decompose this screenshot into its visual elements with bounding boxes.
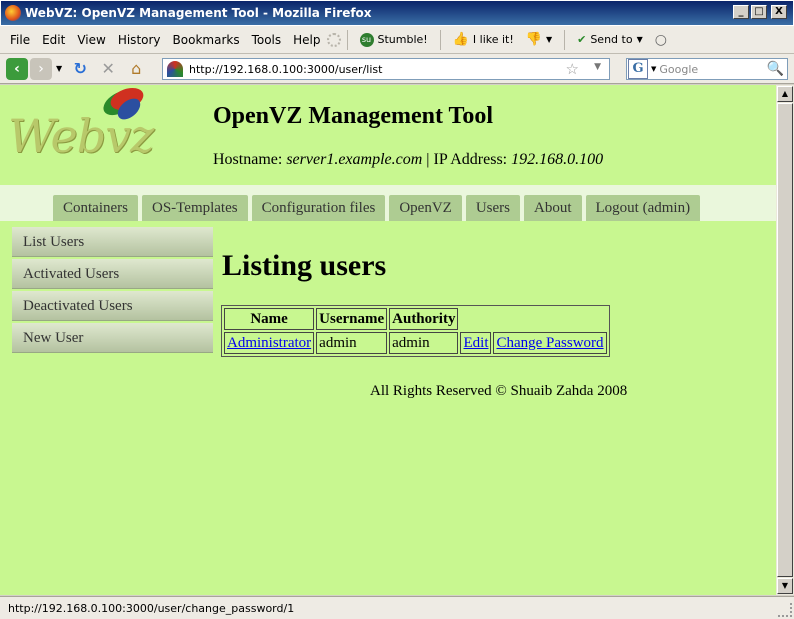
scroll-thumb[interactable] [777,103,793,577]
tab-os-templates[interactable]: OS-Templates [142,195,248,221]
reload-button[interactable]: ↻ [69,58,91,80]
stumbleupon-icon: su [359,32,374,47]
tab-logout[interactable]: Logout (admin) [585,195,701,221]
send-icon: ✔ [577,33,587,46]
toolbar-separator [564,29,566,50]
change-password-link[interactable]: Change Password [496,335,603,351]
menu-edit[interactable]: Edit [36,33,71,47]
site-favicon-icon [167,61,183,77]
chevron-down-icon[interactable]: ▼ [651,65,656,73]
stumble-label: Stumble! [377,33,428,46]
page-viewport: Webvz OpenVZ Management Tool Hostname: s… [0,85,776,595]
cell-edit: Edit [460,332,492,354]
scroll-up-icon[interactable]: ▲ [777,86,793,102]
cell-name: Administrator [224,332,315,354]
tab-configuration-files[interactable]: Configuration files [251,195,386,221]
forward-button[interactable]: › [30,57,52,80]
history-dropdown-icon[interactable]: ▼ [56,64,62,73]
host-info: Hostname: server1.example.com | IP Addre… [213,151,603,169]
menu-help[interactable]: Help [287,33,326,47]
table-row: Administrator admin admin Edit Change Pa… [224,332,607,354]
cell-username: admin [316,332,388,354]
main-tabs: Containers OS-Templates Configuration fi… [53,195,701,221]
user-name-link[interactable]: Administrator [227,335,311,351]
header-authority: Authority [389,308,459,330]
edit-link[interactable]: Edit [463,335,488,351]
tab-about[interactable]: About [524,195,582,221]
menu-bookmarks[interactable]: Bookmarks [167,33,246,47]
comment-button[interactable]: ○ [649,32,673,48]
cell-change-password: Change Password [493,332,607,354]
webvz-logo: Webvz [6,85,154,175]
side-item-new-user[interactable]: New User [12,323,213,353]
side-item-list-users[interactable]: List Users [12,227,213,257]
minimize-button[interactable]: _ [733,5,749,19]
home-button[interactable]: ⌂ [125,58,147,80]
firefox-icon [5,5,21,21]
status-bar: http://192.168.0.100:3000/user/change_pa… [0,596,794,619]
header-empty [493,308,606,330]
header-username: Username [316,308,388,330]
header-name: Name [224,308,315,330]
hostname-label: Hostname: [213,151,283,168]
url-bar[interactable]: http://192.168.0.100:3000/user/list ☆ ▼ [162,58,610,80]
close-button[interactable]: X [771,5,787,19]
cell-authority: admin [389,332,459,354]
tab-users[interactable]: Users [465,195,521,221]
menu-tools[interactable]: Tools [246,33,288,47]
chevron-down-icon: ▼ [636,35,643,44]
ilike-label: I like it! [472,33,514,46]
bookmark-star-icon[interactable]: ☆ [566,60,579,78]
vertical-scrollbar[interactable]: ▲ ▼ [776,85,794,595]
ilike-button[interactable]: 👍 I like it! [447,32,520,47]
site-title: OpenVZ Management Tool [213,103,494,129]
menu-bar: File Edit View History Bookmarks Tools H… [0,26,794,54]
side-menu: List Users Activated Users Deactivated U… [12,227,213,355]
header-empty [460,308,491,330]
menu-file[interactable]: File [4,33,36,47]
tab-openvz[interactable]: OpenVZ [389,195,462,221]
toolbar-separator [346,29,348,50]
chevron-down-icon: ▼ [545,35,553,44]
search-icon[interactable]: 🔍 [767,61,784,77]
hostname-value: server1.example.com [286,151,423,168]
menu-history[interactable]: History [112,33,167,47]
google-engine-icon[interactable]: G [628,59,648,79]
send-to-button[interactable]: ✔ Send to ▼ [571,33,649,46]
ip-label: IP Address: [433,151,508,168]
scroll-down-icon[interactable]: ▼ [777,578,793,594]
maximize-button[interactable]: □ [751,5,767,19]
thumbs-down-button[interactable]: 👎 ▼ [520,32,558,47]
thumbs-down-icon: 👎 [525,32,542,47]
side-item-deactivated-users[interactable]: Deactivated Users [12,291,213,321]
logo-text: Webvz [8,109,154,163]
window-title: WebVZ: OpenVZ Management Tool - Mozilla … [25,6,372,20]
status-text: http://192.168.0.100:3000/user/change_pa… [8,601,295,615]
resize-grip-icon[interactable] [778,603,792,617]
tab-containers[interactable]: Containers [53,195,138,221]
search-bar[interactable]: G ▼ Google 🔍 [626,58,788,80]
stop-button[interactable]: ✕ [97,58,119,80]
ip-value: 192.168.0.100 [511,151,604,168]
back-button[interactable]: ‹ [6,57,28,80]
side-item-activated-users[interactable]: Activated Users [12,259,213,289]
table-header-row: Name Username Authority [224,308,607,330]
menu-view[interactable]: View [71,33,111,47]
thumbs-up-icon: 👍 [452,32,469,47]
page-heading: Listing users [222,249,387,282]
toolbar-separator [439,29,441,50]
users-table: Name Username Authority Administrator ad… [221,305,610,357]
speech-bubble-icon: ○ [654,31,667,48]
stumble-button[interactable]: su Stumble! [354,32,434,47]
url-dropdown-icon[interactable]: ▼ [594,62,601,72]
search-input[interactable]: Google [659,63,766,76]
send-to-label: Send to [590,33,633,46]
host-separator: | [426,151,430,168]
navigation-bar: ‹ › ▼ ↻ ✕ ⌂ http://192.168.0.100:3000/us… [0,54,794,84]
window-titlebar: WebVZ: OpenVZ Management Tool - Mozilla … [0,0,794,26]
page-footer: All Rights Reserved © Shuaib Zahda 2008 [370,383,628,399]
url-text: http://192.168.0.100:3000/user/list [189,62,383,76]
loading-icon [326,32,341,47]
